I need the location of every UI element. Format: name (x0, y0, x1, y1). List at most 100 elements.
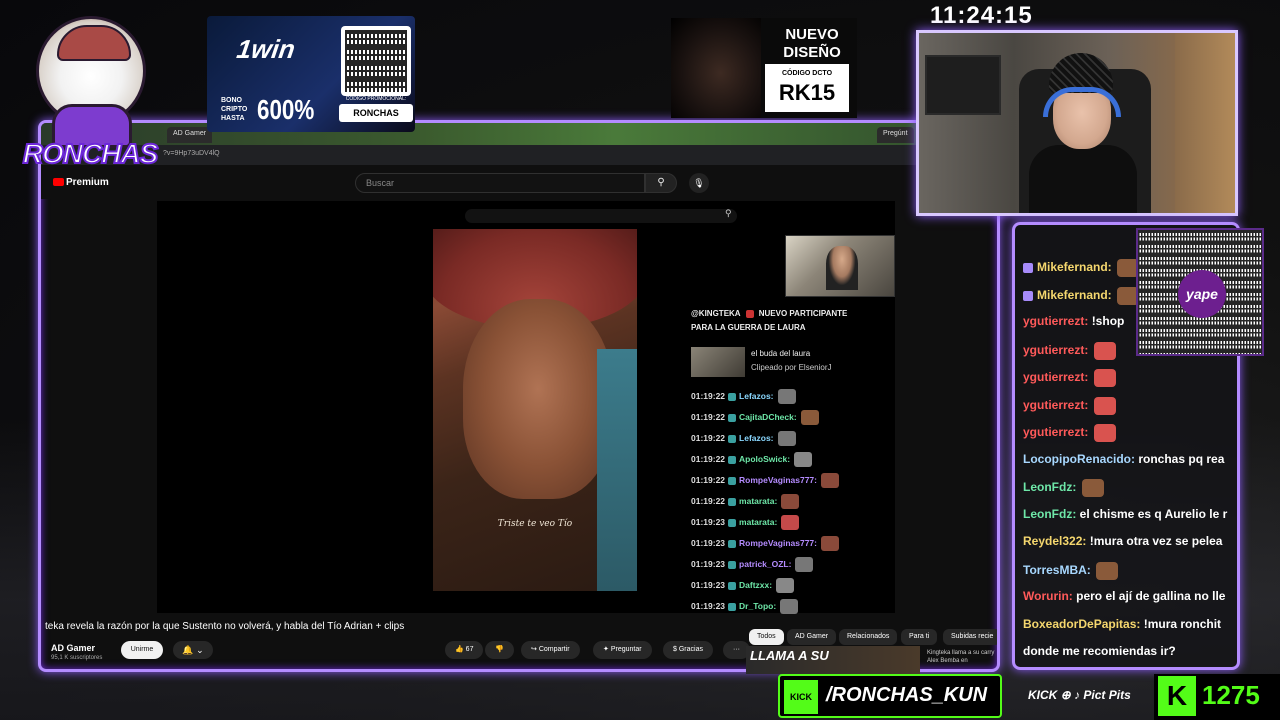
inner-chat: @KINGTEKA NUEVO PARTICIPANTE PARA LA GUE… (691, 305, 891, 615)
message-time: 01:19:22 (691, 474, 726, 485)
message-time: 01:19:23 (691, 600, 726, 611)
inner-chat-message: 01:19:23 patrick_OZL: (691, 557, 814, 573)
chat-username[interactable]: Reydel322: (1023, 534, 1090, 548)
emote-icon (777, 389, 796, 404)
message-time: 01:19:22 (691, 432, 726, 443)
chat-text: !mura otra vez se pelea (1089, 534, 1223, 548)
badge-icon (728, 581, 737, 590)
message-user[interactable]: matarata: (739, 496, 777, 506)
chat-username[interactable]: LocopipoRenacido: (1023, 452, 1138, 466)
inner-chat-message: 01:19:23 Dr_Topo: (691, 599, 799, 615)
browser-tab[interactable]: Pregúnt (877, 127, 914, 143)
search-input[interactable]: Buscar (355, 173, 645, 193)
chat-text: !shop (1091, 314, 1125, 328)
webcam-streamer (1029, 53, 1139, 213)
thanks-button[interactable]: $ Gracias (663, 641, 713, 659)
message-time: 01:19:22 (691, 495, 726, 506)
chat-username[interactable]: ygutierrezt: (1023, 370, 1092, 384)
browser-capture-frame: AD Gamer Pregúnt ?v=9Hp73uDV4lQ Premium … (38, 120, 1000, 672)
video-player[interactable]: ⚲ Triste te veo Tío @KINGTEKA NUEVO PART… (157, 201, 895, 615)
filter-channel[interactable]: AD Gamer (787, 629, 837, 645)
join-button[interactable]: Unirme (121, 641, 163, 659)
clip-card[interactable]: el buda del laura Clipeado por ElseniorJ (691, 347, 891, 381)
clip-thumbnail (691, 347, 745, 377)
message-time: 01:19:23 (691, 537, 726, 548)
webcam-door (1175, 33, 1235, 213)
kick-k-icon: K (1158, 676, 1196, 716)
inner-webcam (785, 235, 895, 297)
inner-search-bar (465, 209, 737, 223)
youtube-play-icon (53, 178, 64, 187)
llama-banner-text: LLAMA A SU (750, 648, 829, 663)
filter-all[interactable]: Todos (749, 629, 784, 645)
search-icon: ⚲ (725, 208, 732, 218)
message-user[interactable]: patrick_OZL: (739, 559, 791, 569)
stream-chat-message: ygutierrezt: (1023, 341, 1116, 360)
inner-chat-message: 01:19:22 Lefazos: (691, 431, 796, 447)
emote-icon (820, 473, 839, 488)
chat-username[interactable]: Mikefernand: (1037, 260, 1115, 274)
video-wall (597, 349, 637, 591)
browser-tab[interactable]: AD Gamer (167, 127, 213, 143)
inner-webcam-person (826, 246, 858, 290)
onewin-ad: 1win BONO CRIPTO HASTA 600% CÓDIGO PROMO… (207, 16, 415, 132)
chat-username[interactable]: ygutierrezt: (1023, 343, 1092, 357)
clip-title: el buda del laura (751, 349, 811, 358)
message-user[interactable]: Lefazos: (739, 391, 773, 401)
chat-text: donde me recomiendas ir? (1023, 644, 1176, 658)
emote-icon (776, 578, 795, 593)
channel-name[interactable]: AD Gamer (51, 643, 95, 653)
filter-for-you[interactable]: Para ti (901, 629, 938, 645)
badge-icon (728, 413, 737, 422)
chat-text: pero el ají de gallina no lle (1076, 589, 1226, 603)
chat-username[interactable]: Mikefernand: (1037, 288, 1115, 302)
dislike-icon[interactable]: 👎 (485, 641, 514, 659)
mascot-hat (57, 25, 131, 61)
ask-button[interactable]: ✦ Preguntar (593, 641, 652, 659)
message-user[interactable]: Daftzxx: (739, 580, 772, 590)
filter-related[interactable]: Relacionados (839, 629, 898, 645)
message-time: 01:19:23 (691, 558, 726, 569)
message-user[interactable]: ApoloSwick: (739, 454, 790, 464)
youtube-header: Premium Buscar ⚲ 🎙 (41, 165, 997, 199)
microphone-icon[interactable]: 🎙 (689, 173, 709, 193)
share-button[interactable]: ↪ Compartir (521, 641, 580, 659)
message-user[interactable]: CajitaDCheck: (739, 412, 797, 422)
emote-icon (777, 431, 796, 446)
chat-username[interactable]: LeonFdz: (1023, 507, 1080, 521)
stream-chat-message: Reydel322: !mura otra vez se pelea (1023, 534, 1222, 548)
youtube-logo[interactable]: Premium (53, 177, 109, 188)
inner-chat-message: 01:19:22 ApoloSwick: (691, 452, 813, 468)
message-user[interactable]: Lefazos: (739, 433, 773, 443)
chat-username[interactable]: ygutierrezt: (1023, 398, 1092, 412)
bell-icon[interactable]: 🔔 ⌄ (173, 641, 213, 659)
badge-icon (728, 476, 737, 485)
chat-username[interactable]: TorresMBA: (1023, 563, 1094, 577)
stream-chat-message: LeonFdz: (1023, 479, 1104, 497)
recommended-video-title[interactable]: Kingteka llama a su carry Alex Bemba en (927, 649, 997, 665)
search-icon[interactable]: ⚲ (645, 173, 677, 193)
badge-icon (728, 392, 737, 401)
url-bar[interactable]: ?v=9Hp73uDV4lQ (41, 145, 997, 165)
message-user[interactable]: RompeVaginas777: (739, 538, 817, 548)
chat-username[interactable]: ygutierrezt: (1023, 314, 1092, 328)
stream-chat-message: TorresMBA: (1023, 561, 1119, 580)
llama-banner: LLAMA A SU (746, 646, 920, 674)
message-user[interactable]: Dr_Topo: (739, 601, 776, 611)
like-button[interactable]: 👍 67 (445, 641, 484, 659)
vertical-video: Triste te veo Tío (433, 229, 637, 591)
stream-chat-message: Worurin: pero el ají de gallina no lle (1023, 589, 1225, 603)
inner-chat-message: 01:19:22 Lefazos: (691, 389, 796, 405)
filter-recent[interactable]: Subidas recie (943, 629, 997, 645)
stream-chat-message: ygutierrezt: (1023, 424, 1116, 442)
message-user[interactable]: matarata: (739, 517, 777, 527)
message-time: 01:19:22 (691, 390, 726, 401)
chat-username[interactable]: ygutierrezt: (1023, 425, 1092, 439)
chat-username[interactable]: BoxeadorDePapitas: (1023, 617, 1144, 631)
badge-icon (728, 539, 737, 548)
message-time: 01:19:22 (691, 411, 726, 422)
chat-username[interactable]: LeonFdz: (1023, 480, 1080, 494)
chat-username[interactable]: Worurin: (1023, 589, 1076, 603)
inner-chat-message: 01:19:22 RompeVaginas777: (691, 473, 839, 489)
message-user[interactable]: RompeVaginas777: (739, 475, 817, 485)
